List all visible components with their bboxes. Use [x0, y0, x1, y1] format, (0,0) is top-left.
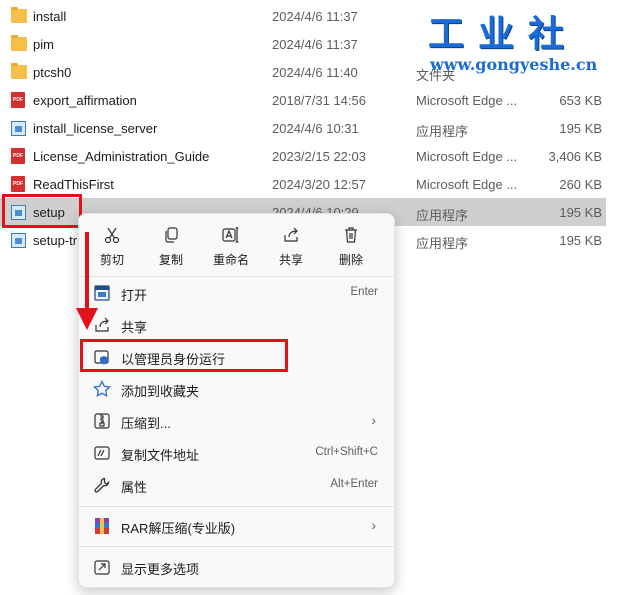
quick-action-label: 删除 [338, 253, 363, 267]
file-size: 195 KB [559, 121, 602, 136]
menu-item-label: 添加到收藏夹 [121, 384, 200, 399]
watermark-url: www.gongyeshe.cn [430, 55, 598, 74]
file-type: 应用程序 [416, 208, 469, 223]
menu-item-shortcut: Ctrl+Shift+C [315, 446, 378, 458]
trash-icon [345, 227, 357, 243]
file-row-license-guide[interactable]: PDF License_Administration_Guide 2023/2/… [0, 142, 606, 170]
file-name: export_affirmation [33, 93, 137, 108]
file-size: 3,406 KB [548, 149, 603, 164]
watermark-logo: 工业社 www.gongyeshe.cn [420, 5, 616, 81]
file-size: 195 KB [559, 233, 602, 248]
menu-item-label: 属性 [121, 480, 148, 495]
menu-item-label: 打开 [121, 288, 148, 303]
quick-action-label: 复制 [158, 253, 183, 267]
menu-item-label: RAR解压缩(专业版) [121, 521, 236, 536]
file-name: install [33, 9, 67, 24]
menu-item-label: 压缩到... [121, 416, 171, 431]
context-menu: 剪切 复制 重命名 共享 删除 打开 Enter 共享 以管理员身份运行 添加到… [78, 213, 395, 588]
file-name: install_license_server [33, 121, 158, 136]
file-date: 2024/4/6 11:37 [272, 37, 358, 52]
menu-separator [79, 546, 394, 547]
star-icon [93, 380, 111, 398]
menu-item-share[interactable]: 共享 [83, 309, 390, 341]
folder-icon [11, 35, 27, 51]
menu-item-label: 复制文件地址 [121, 448, 200, 463]
quick-action-label: 剪切 [99, 253, 124, 267]
quick-action-copy[interactable]: 复制 [141, 222, 201, 272]
quick-action-rename[interactable]: 重命名 [201, 222, 261, 272]
menu-item-label: 显示更多选项 [121, 562, 200, 577]
highlight-box-setup [2, 194, 82, 228]
menu-item-properties[interactable]: 属性 Alt+Enter [83, 469, 390, 501]
menu-item-shortcut: Alt+Enter [330, 478, 378, 490]
file-type: Microsoft Edge ... [416, 93, 518, 108]
file-name: setup-tr [33, 233, 78, 248]
menu-item-open[interactable]: 打开 Enter [83, 277, 390, 309]
copy-icon [165, 227, 178, 243]
file-type: 应用程序 [416, 124, 469, 139]
file-name: License_Administration_Guide [33, 149, 210, 164]
highlight-box-run-as-admin [80, 339, 288, 372]
pdf-icon: PDF [11, 176, 25, 192]
menu-item-label: 共享 [121, 320, 148, 335]
quick-action-label: 共享 [278, 253, 303, 267]
file-type: Microsoft Edge ... [416, 149, 518, 164]
file-size: 195 KB [559, 205, 602, 220]
menu-separator [79, 506, 394, 507]
menu-item-more-options[interactable]: 显示更多选项 [83, 551, 390, 583]
file-date: 2024/4/6 10:31 [272, 121, 359, 136]
file-size: 260 KB [559, 177, 602, 192]
menu-item-add-favorites[interactable]: 添加到收藏夹 [83, 373, 390, 405]
quick-action-share[interactable]: 共享 [261, 222, 321, 272]
menu-item-rar[interactable]: RAR解压缩(专业版) › [83, 510, 390, 542]
folder-icon [11, 7, 27, 23]
file-row-readthisfirst[interactable]: PDF ReadThisFirst 2024/3/20 12:57 Micros… [0, 170, 606, 198]
pdf-icon: PDF [11, 92, 25, 108]
quick-action-delete[interactable]: 删除 [321, 222, 381, 272]
file-name: ReadThisFirst [33, 177, 114, 192]
red-arrow-head-icon [76, 308, 98, 330]
file-row-export-affirmation[interactable]: PDF export_affirmation 2018/7/31 14:56 M… [0, 86, 606, 114]
zip-icon [94, 413, 110, 429]
more-options-icon [94, 560, 110, 575]
file-date: 2023/2/15 22:03 [272, 149, 366, 164]
chevron-right-icon: › [371, 517, 376, 533]
file-row-install-license-server[interactable]: install_license_server 2024/4/6 10:31 应用… [0, 114, 606, 142]
file-date: 2024/4/6 11:40 [272, 65, 358, 80]
menu-item-copy-path[interactable]: 复制文件地址 Ctrl+Shift+C [83, 437, 390, 469]
open-icon [94, 285, 110, 301]
exe-icon [11, 121, 26, 136]
file-name: pim [33, 37, 54, 52]
rar-icon [95, 518, 109, 534]
quick-action-label: 重命名 [212, 253, 249, 267]
file-size: 653 KB [559, 93, 602, 108]
rename-icon [222, 227, 239, 243]
file-date: 2024/3/20 12:57 [272, 177, 366, 192]
file-name: ptcsh0 [33, 65, 72, 80]
share-icon [284, 227, 298, 242]
quick-action-cut[interactable]: 剪切 [82, 222, 142, 272]
folder-icon [11, 63, 27, 79]
red-arrow-shaft [85, 232, 89, 312]
file-date: 2018/7/31 14:56 [272, 93, 366, 108]
menu-item-shortcut: Enter [350, 286, 379, 298]
file-date: 2024/4/6 11:37 [272, 9, 358, 24]
file-type: Microsoft Edge ... [416, 177, 518, 192]
exe-icon [11, 233, 26, 248]
pdf-icon: PDF [11, 148, 25, 164]
menu-item-compress[interactable]: 压缩到... › [83, 405, 390, 437]
chevron-right-icon: › [371, 412, 376, 428]
watermark-title: 工业社 [428, 13, 579, 55]
wrench-icon [94, 477, 110, 493]
scissors-icon [104, 227, 120, 244]
file-type: 应用程序 [416, 236, 469, 251]
copy-path-icon [94, 446, 110, 460]
